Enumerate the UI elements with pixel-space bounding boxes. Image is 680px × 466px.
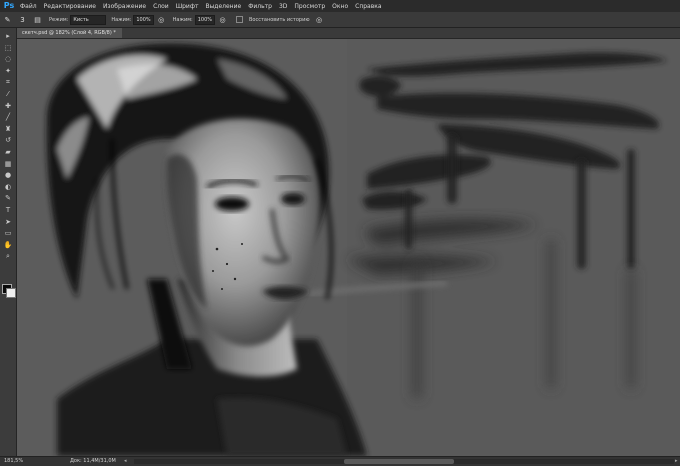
mode-select[interactable]: Кисть [70,14,107,25]
brush-panel-icon[interactable]: ▤ [33,15,42,24]
menu-3d[interactable]: 3D [279,3,287,10]
document-canvas[interactable] [17,39,680,456]
brush-size-picker[interactable]: 3 [18,15,27,24]
tablet-pressure-icon[interactable]: ◎ [315,15,324,24]
airbrush-icon[interactable]: ◎ [218,15,227,24]
menu-file[interactable]: Файл [20,3,37,10]
tool-preset-icon[interactable]: ✎ [3,15,12,24]
eyedropper-tool-icon[interactable]: ⁄ [3,90,13,99]
menu-layers[interactable]: Слои [153,3,169,10]
pen-tool-icon[interactable]: ✎ [3,194,13,203]
horizontal-scroll-thumb[interactable] [344,459,454,464]
marquee-tool-icon[interactable]: ⬚ [3,44,13,53]
restore-history-label: Восстановить историю [249,16,310,23]
background-color-swatch[interactable] [6,288,16,298]
photoshop-logo: Ps [3,1,15,10]
pressure-input[interactable]: 100% [133,14,154,25]
crop-tool-icon[interactable]: ⌗ [3,78,13,87]
zoom-tool-icon[interactable]: ⌕ [3,252,13,261]
clone-stamp-tool-icon[interactable]: ♜ [3,125,13,134]
menu-help[interactable]: Справка [355,3,381,10]
gradient-tool-icon[interactable]: ▦ [3,160,13,169]
pressure-label: Нажим: [111,16,132,23]
document-tab[interactable]: скетч.psd @ 182% (Слой 4, RGB/8) * [16,28,122,38]
scroll-left-icon[interactable]: ◂ [124,458,127,464]
history-brush-tool-icon[interactable]: ↺ [3,136,13,145]
mode-label: Режим: [49,16,69,23]
hand-tool-icon[interactable]: ✋ [3,241,13,250]
menu-view[interactable]: Просмотр [294,3,325,10]
blur-tool-icon[interactable]: ● [3,171,13,180]
flow-input[interactable]: 100% [194,14,215,25]
pressure-pen-icon[interactable]: ◎ [157,15,166,24]
scroll-right-icon[interactable]: ▸ [675,458,678,464]
healing-tool-icon[interactable]: ✚ [3,102,13,111]
quick-select-tool-icon[interactable]: ✦ [3,67,13,76]
move-tool-icon[interactable]: ▸ [3,32,13,41]
painting-artwork [17,39,680,456]
menu-bar: Ps Файл Редактирование Изображение Слои … [0,0,680,12]
dodge-tool-icon[interactable]: ◐ [3,183,13,192]
flow-label: Нажим: [172,16,193,23]
brush-tool-icon[interactable]: ╱ [3,113,13,122]
eraser-tool-icon[interactable]: ▰ [3,148,13,157]
lasso-tool-icon[interactable]: ◌ [3,55,13,64]
document-tabbar: скетч.psd @ 182% (Слой 4, RGB/8) * [16,28,680,39]
menu-window[interactable]: Окно [332,3,348,10]
type-tool-icon[interactable]: T [3,206,13,215]
menu-image[interactable]: Изображение [103,3,146,10]
options-bar: ✎ 3 ▤ Режим: Кисть Нажим: 100% ◎ Нажим: … [0,12,680,28]
zoom-level[interactable]: 181,5% [4,458,23,464]
menu-edit[interactable]: Редактирование [44,3,96,10]
brush-size-value: 3 [20,15,25,24]
tools-panel: ▸ ⬚ ◌ ✦ ⌗ ⁄ ✚ ╱ ♜ ↺ ▰ ▦ ● ◐ ✎ T ➤ ▭ ✋ ⌕ [0,28,17,456]
shape-tool-icon[interactable]: ▭ [3,229,13,238]
menu-type[interactable]: Шрифт [176,3,199,10]
restore-history-checkbox[interactable] [236,16,243,23]
menu-select[interactable]: Выделение [205,3,241,10]
document-info[interactable]: Док: 11,4M/31,0M [70,458,116,464]
document-tab-title: скетч.psd @ 182% (Слой 4, RGB/8) * [22,30,116,36]
path-select-tool-icon[interactable]: ➤ [3,218,13,227]
horizontal-scrollbar[interactable] [134,459,674,464]
menu-filter[interactable]: Фильтр [248,3,272,10]
